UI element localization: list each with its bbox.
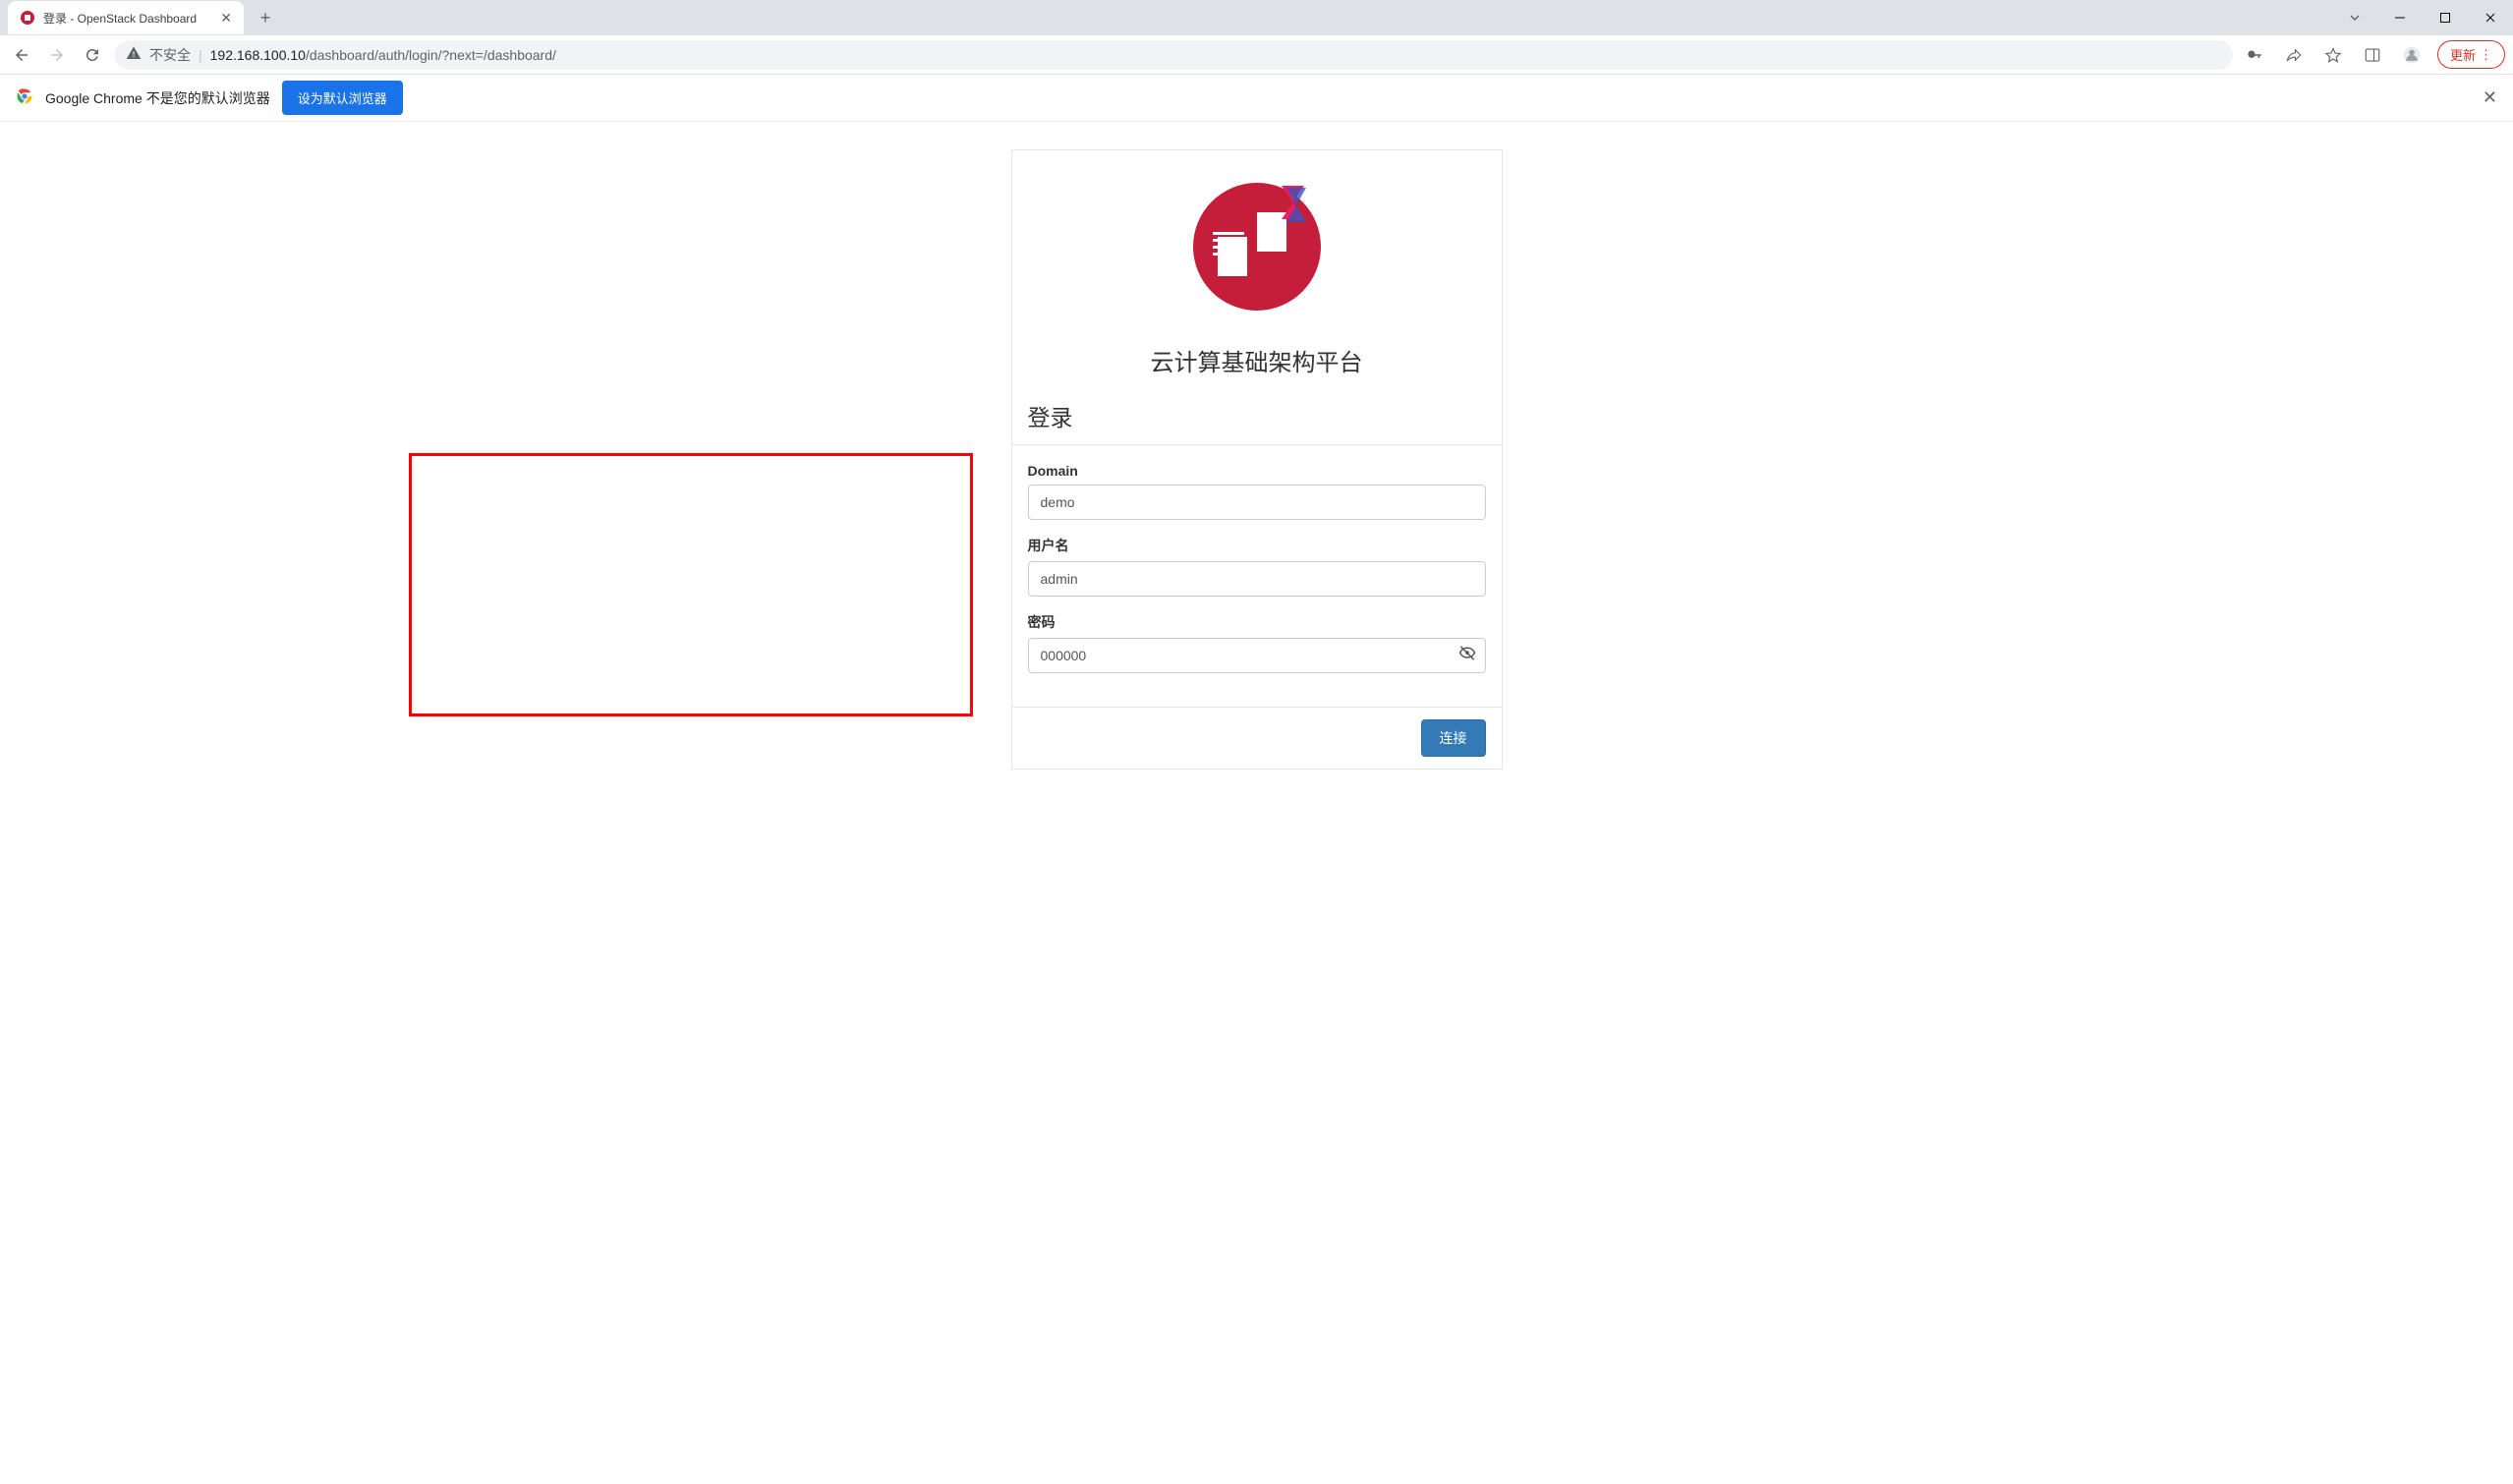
default-browser-infobar: Google Chrome 不是您的默认浏览器 设为默认浏览器 ✕ xyxy=(0,75,2513,122)
back-button[interactable] xyxy=(8,41,35,69)
chrome-icon xyxy=(16,87,33,108)
login-heading: 登录 xyxy=(1012,399,1502,444)
eye-off-icon[interactable] xyxy=(1458,645,1476,667)
reload-button[interactable] xyxy=(79,41,106,69)
login-form: Domain 用户名 密码 xyxy=(1012,444,1502,707)
browser-tab[interactable]: 登录 - OpenStack Dashboard ✕ xyxy=(8,1,244,34)
connect-button[interactable]: 连接 xyxy=(1421,719,1486,757)
maximize-button[interactable] xyxy=(2423,0,2468,35)
password-group: 密码 xyxy=(1028,612,1486,673)
password-label: 密码 xyxy=(1028,612,1486,632)
logo-area xyxy=(1012,150,1502,325)
menu-icon: ⋮ xyxy=(2480,47,2492,63)
domain-group: Domain xyxy=(1028,463,1486,520)
platform-title: 云计算基础架构平台 xyxy=(1012,325,1502,399)
domain-input[interactable] xyxy=(1028,485,1486,520)
browser-chrome: 登录 - OpenStack Dashboard ✕ + xyxy=(0,0,2513,122)
login-footer: 连接 xyxy=(1012,707,1502,769)
password-input[interactable] xyxy=(1028,638,1486,673)
browser-toolbar: 不安全 | 192.168.100.10/dashboard/auth/logi… xyxy=(0,35,2513,75)
username-label: 用户名 xyxy=(1028,536,1486,555)
insecure-icon xyxy=(126,45,142,64)
tab-close-icon[interactable]: ✕ xyxy=(220,10,232,27)
close-button[interactable] xyxy=(2468,0,2513,35)
update-button[interactable]: 更新 ⋮ xyxy=(2437,40,2505,69)
key-icon[interactable] xyxy=(2241,41,2268,69)
chevron-down-icon[interactable] xyxy=(2332,0,2377,35)
forward-button[interactable] xyxy=(43,41,71,69)
minimize-button[interactable] xyxy=(2377,0,2423,35)
tab-bar: 登录 - OpenStack Dashboard ✕ + xyxy=(0,0,2513,35)
tab-title: 登录 - OpenStack Dashboard xyxy=(43,10,212,27)
insecure-label: 不安全 xyxy=(149,45,191,65)
username-group: 用户名 xyxy=(1028,536,1486,597)
profile-icon[interactable] xyxy=(2398,41,2426,69)
toolbar-actions: 更新 ⋮ xyxy=(2241,40,2505,69)
brand-logo xyxy=(1188,178,1326,315)
username-input[interactable] xyxy=(1028,561,1486,597)
new-tab-button[interactable]: + xyxy=(252,4,279,31)
url-host: 192.168.100.10 xyxy=(210,47,306,63)
update-label: 更新 xyxy=(2450,45,2476,64)
panel-icon[interactable] xyxy=(2359,41,2386,69)
infobar-text: Google Chrome 不是您的默认浏览器 xyxy=(45,88,270,108)
favicon-icon xyxy=(20,10,35,26)
share-icon[interactable] xyxy=(2280,41,2308,69)
url-path: /dashboard/auth/login/?next=/dashboard/ xyxy=(306,47,556,63)
login-panel: 云计算基础架构平台 登录 Domain 用户名 密码 xyxy=(1011,149,1503,770)
infobar-close-icon[interactable]: ✕ xyxy=(2483,87,2497,108)
address-bar[interactable]: 不安全 | 192.168.100.10/dashboard/auth/logi… xyxy=(114,40,2233,70)
set-default-button[interactable]: 设为默认浏览器 xyxy=(282,81,403,115)
page-viewport: 云计算基础架构平台 登录 Domain 用户名 密码 xyxy=(0,122,2513,826)
domain-label: Domain xyxy=(1028,463,1486,479)
bookmark-icon[interactable] xyxy=(2319,41,2347,69)
annotation-highlight xyxy=(409,453,973,716)
separator: | xyxy=(199,47,202,63)
window-controls xyxy=(2332,0,2513,35)
